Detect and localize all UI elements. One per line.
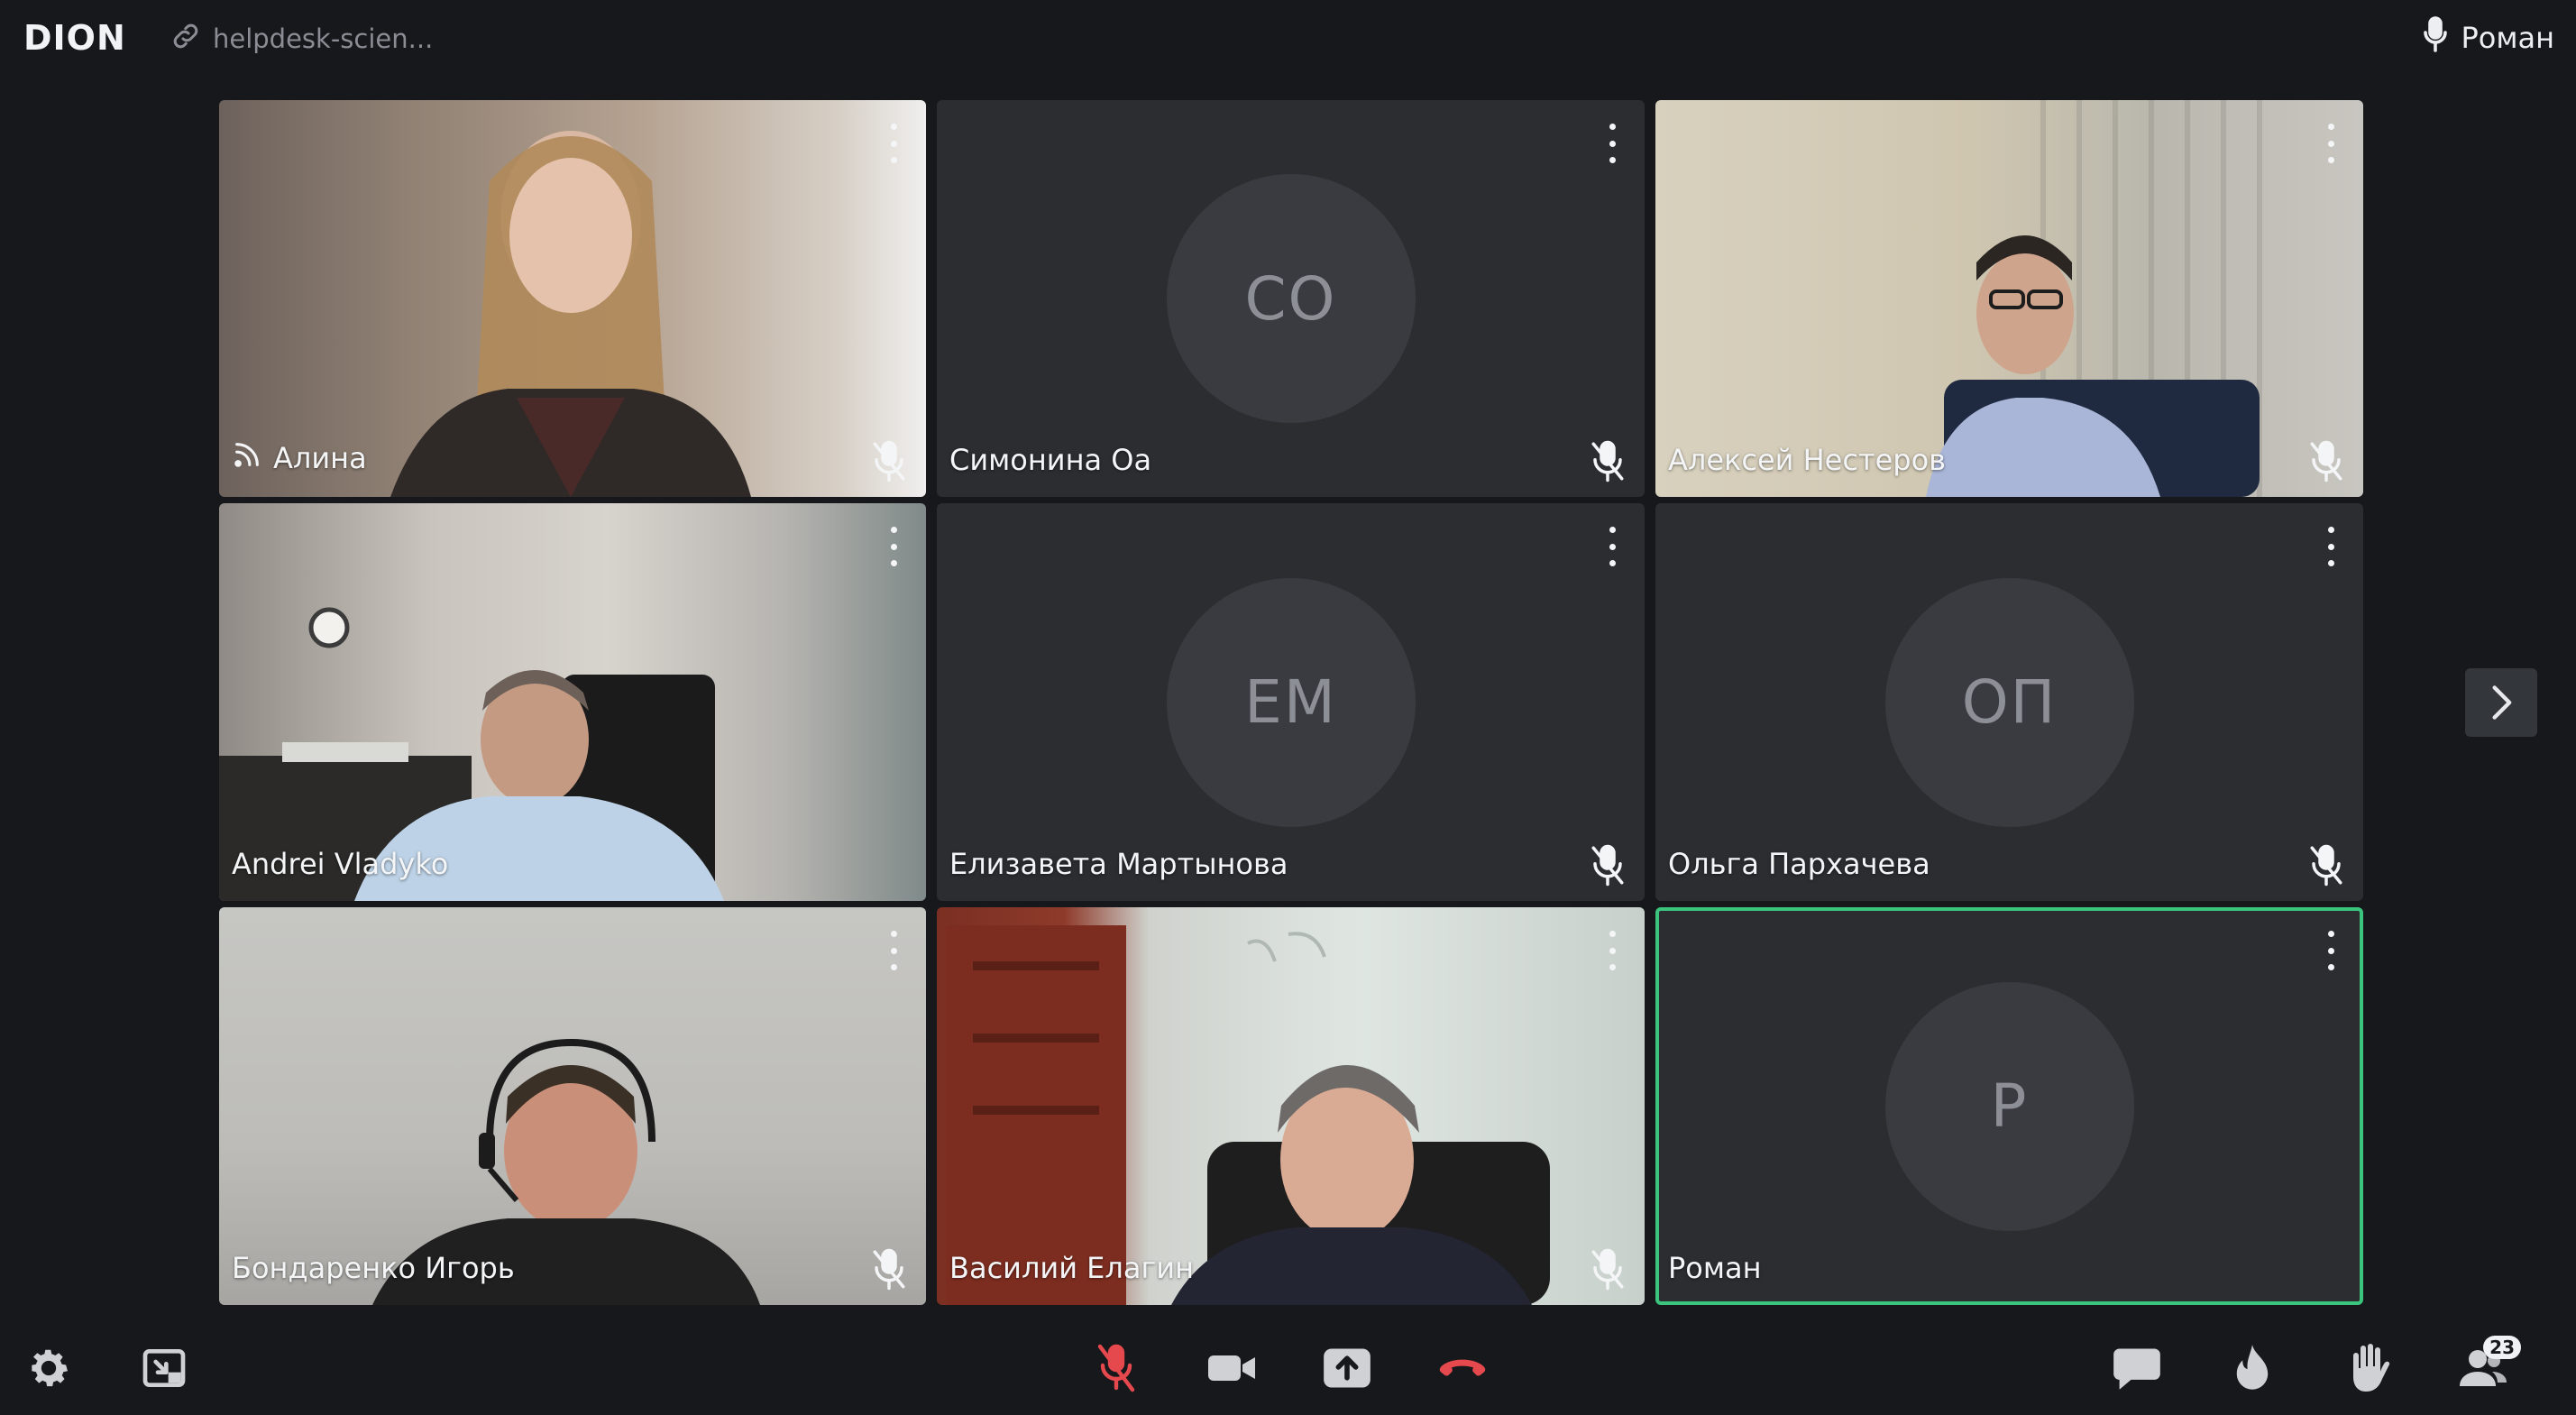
link-icon	[170, 20, 202, 59]
camera-feed	[219, 100, 926, 497]
microphone-off-icon	[1097, 1344, 1135, 1392]
avatar: ОП	[1884, 577, 2134, 827]
tile-menu-button[interactable]	[1605, 527, 1619, 566]
video-grid: Алина СО Симонина Оа Алексей Нестеров An…	[219, 100, 2363, 1305]
participant-name-text: Ольга Пархачева	[1668, 847, 1930, 881]
participant-name-text: Бондаренко Игорь	[232, 1251, 515, 1285]
participant-name: Роман	[1668, 1251, 1762, 1285]
flame-icon	[2236, 1345, 2269, 1390]
participant-name: Алексей Нестеров	[1668, 443, 1946, 477]
gear-icon	[32, 1349, 68, 1387]
participant-name-text: Симонина Оа	[949, 443, 1152, 477]
participant-tile[interactable]: ЕМ Елизавета Мартынова	[937, 503, 1645, 901]
participants-button[interactable]: 23	[2451, 1336, 2521, 1397]
picture-in-picture-button[interactable]	[132, 1339, 197, 1397]
tile-menu-button[interactable]	[886, 931, 901, 970]
hang-up-button[interactable]	[1430, 1339, 1495, 1397]
microphone-off-icon	[1589, 1247, 1627, 1291]
participant-name: Бондаренко Игорь	[232, 1251, 515, 1285]
chevron-right-icon	[2492, 685, 2512, 720]
avatar: СО	[1166, 174, 1416, 423]
avatar: ЕМ	[1166, 577, 1416, 827]
participant-name-text: Алексей Нестеров	[1668, 443, 1947, 477]
tile-menu-button[interactable]	[886, 527, 901, 566]
tile-menu-button[interactable]	[1605, 124, 1619, 163]
participant-name: Василий Елагин	[949, 1251, 1194, 1285]
participant-tile[interactable]: Бондаренко Игорь	[219, 907, 926, 1305]
room-link-text: helpdesk-scien...	[213, 23, 434, 54]
participant-name: Andrei Vladyko	[232, 847, 448, 881]
tile-menu-button[interactable]	[1605, 931, 1619, 970]
phone-hangup-icon	[1439, 1359, 1486, 1376]
participant-name-text: Василий Елагин	[949, 1251, 1194, 1285]
broadcast-icon	[232, 439, 262, 477]
top-bar: DION helpdesk-scien... Роман	[0, 0, 2576, 78]
tile-menu-button[interactable]	[2324, 931, 2338, 970]
screen-share-icon	[1324, 1348, 1371, 1388]
hand-icon	[2353, 1344, 2390, 1392]
camera-toggle-button[interactable]	[1199, 1339, 1264, 1397]
tile-menu-button[interactable]	[2324, 527, 2338, 566]
raise-hand-button[interactable]	[2335, 1339, 2400, 1397]
microphone-icon	[2423, 16, 2448, 60]
microphone-off-icon	[870, 1247, 908, 1291]
participant-tile-self[interactable]: Р Роман	[1655, 907, 2363, 1305]
camera-feed	[219, 503, 926, 901]
active-speaker-name: Роман	[2461, 21, 2554, 55]
settings-button[interactable]	[16, 1339, 81, 1397]
next-page-button[interactable]	[2465, 668, 2537, 737]
active-speaker-indicator: Роман	[2423, 16, 2554, 60]
microphone-off-icon	[870, 439, 908, 482]
participant-tile[interactable]: Andrei Vladyko	[219, 503, 926, 901]
participant-tile[interactable]: ОП Ольга Пархачева	[1655, 503, 2363, 901]
microphone-off-icon	[2307, 439, 2345, 482]
camera-feed	[937, 907, 1645, 1305]
avatar: Р	[1884, 981, 2134, 1231]
participant-name-text: Елизавета Мартынова	[949, 847, 1288, 881]
microphone-toggle-button[interactable]	[1084, 1339, 1149, 1397]
reactions-button[interactable]	[2220, 1339, 2285, 1397]
camera-feed	[219, 907, 926, 1305]
participant-tile[interactable]: Василий Елагин	[937, 907, 1645, 1305]
participant-tile[interactable]: СО Симонина Оа	[937, 100, 1645, 497]
video-camera-icon	[1208, 1355, 1255, 1381]
participant-name-text: Роман	[1668, 1251, 1762, 1285]
screen-share-button[interactable]	[1315, 1339, 1380, 1397]
participant-name: Ольга Пархачева	[1668, 847, 1930, 881]
room-link[interactable]: helpdesk-scien...	[170, 20, 433, 58]
microphone-off-icon	[1589, 843, 1627, 887]
participant-tile[interactable]: Алина	[219, 100, 926, 497]
participant-name: Алина	[232, 439, 367, 477]
dion-logo: DION	[23, 18, 126, 58]
participant-name: Симонина Оа	[949, 443, 1151, 477]
tile-menu-button[interactable]	[2324, 124, 2338, 163]
microphone-off-icon	[2307, 843, 2345, 887]
participants-count-badge: 23	[2483, 1336, 2521, 1359]
participant-name: Елизавета Мартынова	[949, 847, 1288, 881]
microphone-off-icon	[1589, 439, 1627, 482]
chat-button[interactable]	[2104, 1339, 2169, 1397]
participant-name-text: Алина	[273, 441, 367, 475]
camera-feed	[1655, 100, 2363, 497]
participant-tile[interactable]: Алексей Нестеров	[1655, 100, 2363, 497]
pip-icon	[142, 1349, 186, 1387]
chat-bubble-icon	[2113, 1348, 2160, 1390]
tile-menu-button[interactable]	[886, 124, 901, 163]
participant-name-text: Andrei Vladyko	[232, 847, 449, 881]
